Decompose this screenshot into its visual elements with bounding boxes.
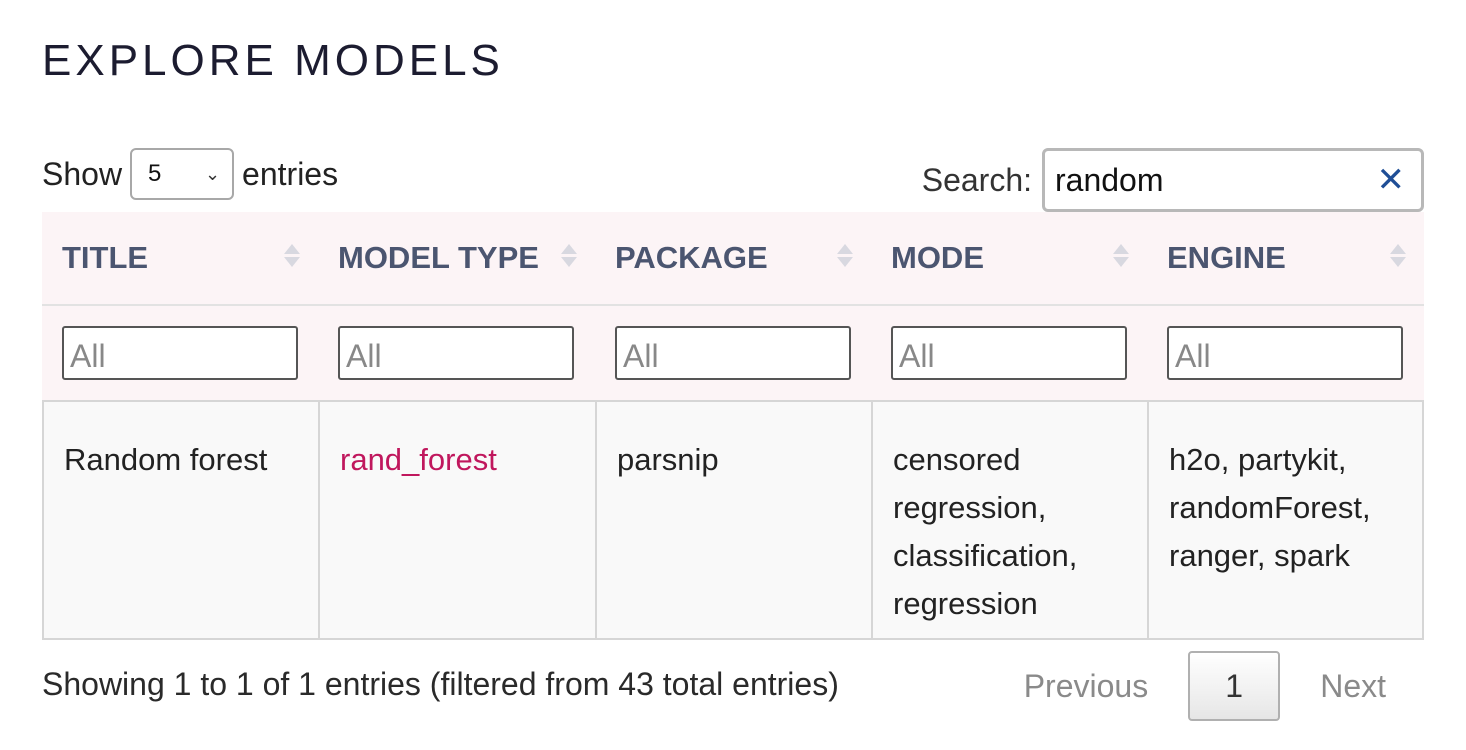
filter-cell: All xyxy=(318,306,595,400)
filter-input-package[interactable]: All xyxy=(615,326,851,380)
filter-placeholder: All xyxy=(346,338,382,374)
filter-placeholder: All xyxy=(1175,338,1211,374)
models-table: TITLE MODEL TYPE PACKAGE MODE ENGINE All… xyxy=(42,212,1424,640)
filter-cell: All xyxy=(871,306,1147,400)
page-length-control: Show 5 ⌄ entries xyxy=(42,148,338,200)
page-length-value: 5 xyxy=(148,160,162,187)
filter-placeholder: All xyxy=(70,338,106,374)
clear-icon[interactable]: ✕ xyxy=(1377,163,1406,197)
filter-cell: All xyxy=(42,306,318,400)
filter-input-title[interactable]: All xyxy=(62,326,298,380)
pagination: Previous 1 Next xyxy=(1024,651,1386,721)
filter-placeholder: All xyxy=(623,338,659,374)
sort-icon xyxy=(837,244,853,267)
column-header-label: MODE xyxy=(891,240,984,275)
table-header-row: TITLE MODEL TYPE PACKAGE MODE ENGINE xyxy=(42,212,1424,306)
column-header-title[interactable]: TITLE xyxy=(42,212,318,304)
cell-title: Random forest xyxy=(42,402,318,638)
sort-icon xyxy=(1390,244,1406,267)
entries-label: entries xyxy=(242,155,339,192)
column-header-label: ENGINE xyxy=(1167,240,1286,275)
filter-cell: All xyxy=(595,306,871,400)
page-title: EXPLORE MODELS xyxy=(42,36,504,85)
cell-package: parsnip xyxy=(595,402,871,638)
chevron-down-icon: ⌄ xyxy=(204,163,221,184)
show-label: Show xyxy=(42,155,123,192)
filter-input-model-type[interactable]: All xyxy=(338,326,574,380)
cell-model-type: rand_forest xyxy=(318,402,595,638)
search-value: random xyxy=(1055,161,1164,198)
search-control: Search: random ✕ xyxy=(922,148,1424,212)
column-header-mode[interactable]: MODE xyxy=(871,212,1147,304)
page-length-select[interactable]: 5 ⌄ xyxy=(130,148,235,200)
column-header-label: TITLE xyxy=(62,240,149,275)
table-row: Random forest rand_forest parsnip censor… xyxy=(42,402,1424,640)
sort-icon xyxy=(1113,244,1129,267)
table-filter-row: All All All All All xyxy=(42,306,1424,402)
sort-icon xyxy=(284,244,300,267)
previous-page-button[interactable]: Previous xyxy=(1024,668,1149,705)
column-header-engine[interactable]: ENGINE xyxy=(1147,212,1424,304)
search-input[interactable]: random ✕ xyxy=(1042,148,1424,212)
sort-icon xyxy=(561,244,577,267)
table-info: Showing 1 to 1 of 1 entries (filtered fr… xyxy=(42,666,839,702)
filter-cell: All xyxy=(1147,306,1424,400)
column-header-package[interactable]: PACKAGE xyxy=(595,212,871,304)
column-header-label: MODEL TYPE xyxy=(338,240,539,275)
filter-input-mode[interactable]: All xyxy=(891,326,1127,380)
cell-mode: censored regression, classification, reg… xyxy=(871,402,1147,638)
search-label: Search: xyxy=(921,161,1032,198)
filter-input-engine[interactable]: All xyxy=(1167,326,1403,380)
next-page-button[interactable]: Next xyxy=(1320,668,1386,705)
column-header-label: PACKAGE xyxy=(615,240,768,275)
cell-engine: h2o, partykit, randomForest, ranger, spa… xyxy=(1147,402,1424,638)
filter-placeholder: All xyxy=(899,338,935,374)
column-header-model-type[interactable]: MODEL TYPE xyxy=(318,212,595,304)
model-type-link[interactable]: rand_forest xyxy=(340,442,497,477)
page-button-current[interactable]: 1 xyxy=(1188,651,1281,721)
